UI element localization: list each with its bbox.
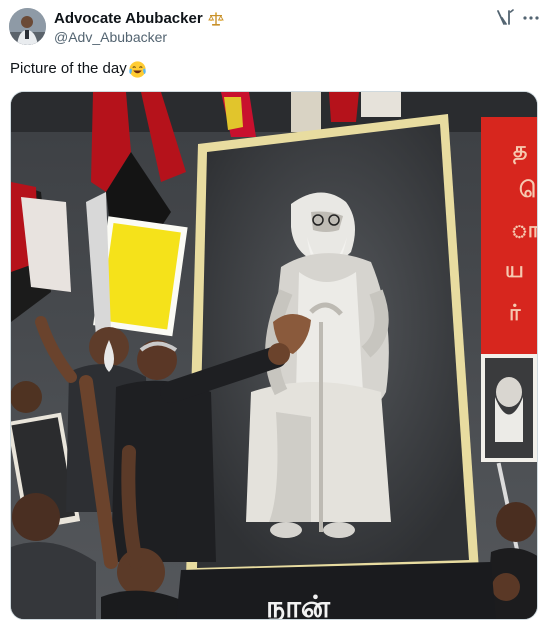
author-handle[interactable]: @Adv_Abubacker	[54, 29, 167, 45]
more-options-icon[interactable]	[521, 8, 541, 28]
red-tamil-sign	[481, 117, 537, 377]
tweet-text-row: Picture of the day	[10, 59, 147, 79]
sign-letter: ர்	[509, 301, 521, 326]
protest-photo: த ெ ா ய ர்	[11, 92, 538, 620]
author-avatar[interactable]	[9, 8, 46, 45]
sign-letter: த	[513, 138, 527, 165]
tweet-card: Advocate Abubacker @Adv_Abubacker Pictur…	[0, 0, 549, 629]
sign-letter: ெ	[519, 178, 538, 203]
grok-icon[interactable]	[495, 8, 515, 28]
sign-letter: ய	[505, 258, 524, 283]
yellow-placard	[99, 223, 181, 330]
face-with-tears-of-joy-emoji	[129, 60, 146, 78]
banner-text: நான்	[265, 590, 331, 620]
author-name-row: Advocate Abubacker	[54, 10, 224, 27]
scales-emoji-icon	[207, 11, 224, 27]
tweet-text: Picture of the day	[10, 60, 127, 77]
author-display-name[interactable]: Advocate Abubacker	[54, 10, 203, 27]
sign-letter: ா	[511, 218, 538, 243]
avatar-photo	[9, 8, 46, 45]
black-banner	[176, 562, 496, 619]
tweet-photo[interactable]: த ெ ா ய ர்	[10, 91, 538, 620]
